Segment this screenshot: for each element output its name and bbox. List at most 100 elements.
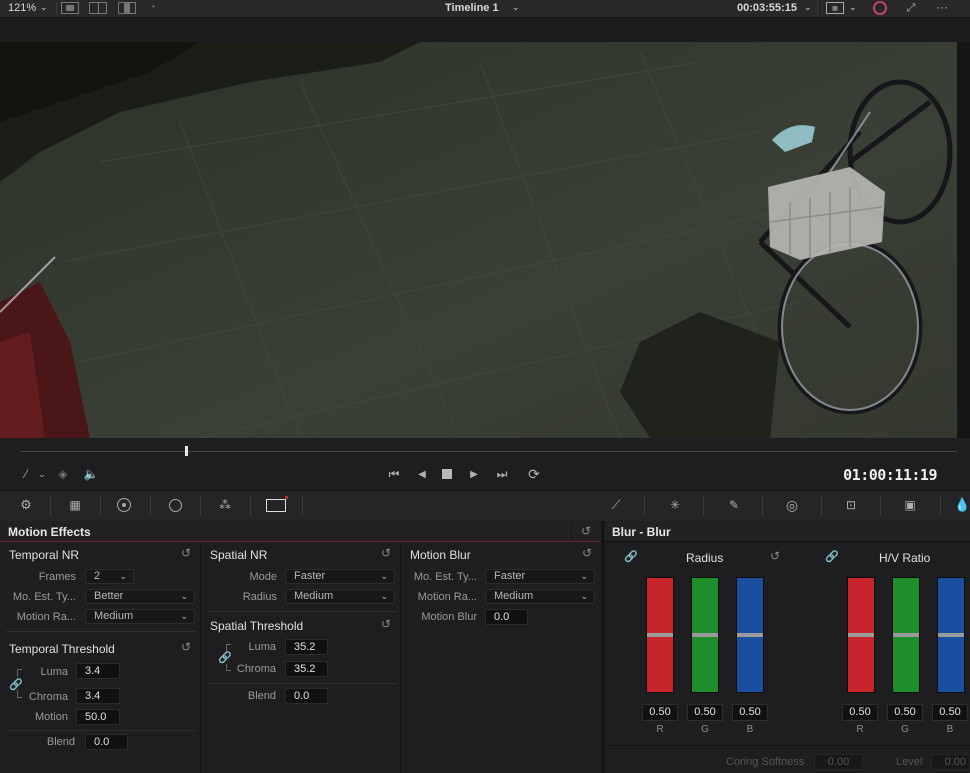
stop-icon[interactable] bbox=[441, 468, 453, 480]
coring-softness-input[interactable]: 0.00 bbox=[814, 754, 863, 770]
loop-icon[interactable]: ⟳ bbox=[525, 466, 543, 482]
frames-dropdown[interactable]: 2 ⌄ bbox=[85, 569, 134, 584]
motion-input[interactable]: 50.0 bbox=[76, 709, 120, 725]
luma-input[interactable]: 35.2 bbox=[285, 639, 328, 655]
mode-dropdown[interactable]: Faster ⌄ bbox=[285, 569, 395, 584]
divider bbox=[821, 496, 822, 516]
chevron-down-icon: ⌄ bbox=[380, 591, 388, 601]
mo-est-type-value: Faster bbox=[494, 570, 526, 582]
color-scope-icon[interactable] bbox=[873, 1, 887, 15]
jump-start-icon[interactable]: ⏮ bbox=[385, 467, 403, 481]
viewer-side-scroll[interactable] bbox=[957, 42, 970, 438]
luma-input[interactable]: 3.4 bbox=[76, 663, 120, 679]
hv-green-slider[interactable] bbox=[892, 577, 920, 693]
radius-blue-slider[interactable] bbox=[736, 577, 764, 693]
slider-handle[interactable] bbox=[692, 633, 718, 637]
chroma-label: Chroma bbox=[28, 691, 68, 703]
divider bbox=[940, 496, 941, 516]
play-icon[interactable]: ▶ bbox=[467, 467, 481, 481]
layers-icon[interactable]: ◈ bbox=[56, 467, 70, 481]
channel-label-g: G bbox=[701, 724, 709, 735]
motion-blur-reset-icon[interactable]: ↺ bbox=[582, 546, 592, 560]
hv-ratio-link-icon[interactable]: 🔗 bbox=[825, 550, 839, 563]
hv-r-value[interactable]: 0.50 bbox=[842, 704, 878, 721]
radius-dropdown[interactable]: Medium ⌄ bbox=[285, 589, 395, 604]
video-viewer[interactable] bbox=[0, 42, 957, 438]
slider-handle[interactable] bbox=[938, 633, 964, 637]
mo-est-type-dropdown[interactable]: Better ⌄ bbox=[85, 589, 195, 604]
key-icon[interactable]: 💧 bbox=[954, 496, 970, 514]
picker-chevron-down-icon[interactable]: ⌄ bbox=[37, 467, 47, 481]
temporal-threshold-reset-icon[interactable]: ↺ bbox=[181, 640, 191, 654]
blend-input[interactable]: 0.0 bbox=[85, 734, 128, 750]
picker-tool-icon[interactable]: ⁄ bbox=[19, 467, 33, 481]
play-reverse-icon[interactable]: ◀ bbox=[415, 467, 429, 481]
window-icon[interactable]: ◎ bbox=[781, 496, 803, 514]
single-viewer-icon[interactable] bbox=[61, 2, 79, 14]
divider bbox=[817, 2, 818, 15]
coring-softness-label: Coring Softness bbox=[726, 756, 805, 768]
motion-effects-reset-icon[interactable]: ↺ bbox=[581, 524, 591, 538]
tracker-icon[interactable]: ⊡ bbox=[840, 496, 862, 514]
timeline-name[interactable]: Timeline 1 bbox=[445, 2, 499, 14]
chroma-input[interactable]: 35.2 bbox=[285, 661, 328, 677]
radius-g-value[interactable]: 0.50 bbox=[687, 704, 723, 721]
display-mode-icon[interactable]: ▦ bbox=[826, 2, 844, 14]
more-options-icon[interactable]: ··· bbox=[933, 0, 951, 14]
display-chevron-down-icon[interactable]: ⌄ bbox=[849, 2, 857, 13]
motion-blur-input[interactable]: 0.0 bbox=[485, 609, 528, 625]
radius-label: Radius bbox=[242, 591, 277, 603]
zoom-chevron-down-icon[interactable]: ⌄ bbox=[40, 2, 48, 13]
qualifier-icon[interactable]: ✎ bbox=[723, 496, 745, 514]
divider bbox=[56, 2, 57, 15]
radius-link-icon[interactable]: 🔗 bbox=[624, 550, 638, 563]
compare-viewer-icon[interactable] bbox=[118, 2, 136, 14]
spatial-nr-reset-icon[interactable]: ↺ bbox=[381, 546, 391, 560]
radius-green-slider[interactable] bbox=[691, 577, 719, 693]
duration-chevron-down-icon[interactable]: ⌄ bbox=[804, 2, 812, 13]
radius-red-slider[interactable] bbox=[646, 577, 674, 693]
divider bbox=[644, 496, 645, 516]
blur-icon[interactable]: ▣ bbox=[898, 496, 922, 514]
hv-b-value[interactable]: 0.50 bbox=[932, 704, 968, 721]
link-bracket bbox=[17, 690, 22, 698]
spatial-threshold-reset-icon[interactable]: ↺ bbox=[381, 617, 391, 631]
hv-blue-slider[interactable] bbox=[937, 577, 965, 693]
motion-range-label: Motion Ra... bbox=[417, 591, 477, 603]
split-viewer-icon[interactable] bbox=[89, 2, 107, 14]
hv-red-slider[interactable] bbox=[847, 577, 875, 693]
mo-est-type-label: Mo. Est. Ty... bbox=[12, 591, 76, 603]
temporal-nr-reset-icon[interactable]: ↺ bbox=[181, 546, 191, 560]
chevron-down-icon: ⌄ bbox=[180, 611, 188, 621]
radius-b-value[interactable]: 0.50 bbox=[732, 704, 768, 721]
speaker-icon[interactable]: 🔈 bbox=[83, 467, 99, 481]
timeline-chevron-down-icon[interactable]: ⌄ bbox=[512, 2, 520, 13]
color-wheels-icon[interactable] bbox=[115, 496, 133, 514]
frames-value: 2 bbox=[94, 570, 101, 582]
slider-handle[interactable] bbox=[737, 633, 763, 637]
radius-r-value[interactable]: 0.50 bbox=[642, 704, 678, 721]
motion-range-dropdown[interactable]: Medium ⌄ bbox=[485, 589, 595, 604]
blend-input[interactable]: 0.0 bbox=[285, 688, 328, 704]
playhead-handle[interactable] bbox=[185, 446, 188, 456]
motion-range-dropdown[interactable]: Medium ⌄ bbox=[85, 609, 195, 624]
camera-raw-icon[interactable]: ⚙ bbox=[15, 496, 37, 514]
slider-handle[interactable] bbox=[893, 633, 919, 637]
chroma-input[interactable]: 3.4 bbox=[76, 688, 120, 704]
zoom-level[interactable]: 121% bbox=[8, 2, 36, 14]
scrubber-track[interactable] bbox=[20, 451, 957, 452]
color-warper-icon[interactable]: ✳ bbox=[664, 496, 686, 514]
rgb-mixer-icon[interactable]: ⁂ bbox=[214, 496, 236, 514]
hdr-wheels-icon[interactable] bbox=[163, 496, 187, 514]
hv-g-value[interactable]: 0.50 bbox=[887, 704, 923, 721]
slider-handle[interactable] bbox=[647, 633, 673, 637]
color-match-icon[interactable]: ▦ bbox=[65, 496, 85, 514]
curves-icon[interactable]: ⟋ bbox=[605, 496, 627, 514]
slider-handle[interactable] bbox=[848, 633, 874, 637]
fullscreen-icon[interactable]: ⤢ bbox=[904, 1, 918, 15]
jump-end-icon[interactable]: ⏭ bbox=[493, 467, 511, 481]
radius-reset-icon[interactable]: ↺ bbox=[770, 549, 780, 563]
mo-est-type-dropdown[interactable]: Faster ⌄ bbox=[485, 569, 595, 584]
level-input[interactable]: 0.00 bbox=[931, 754, 970, 770]
motion-effects-icon[interactable] bbox=[264, 496, 288, 514]
